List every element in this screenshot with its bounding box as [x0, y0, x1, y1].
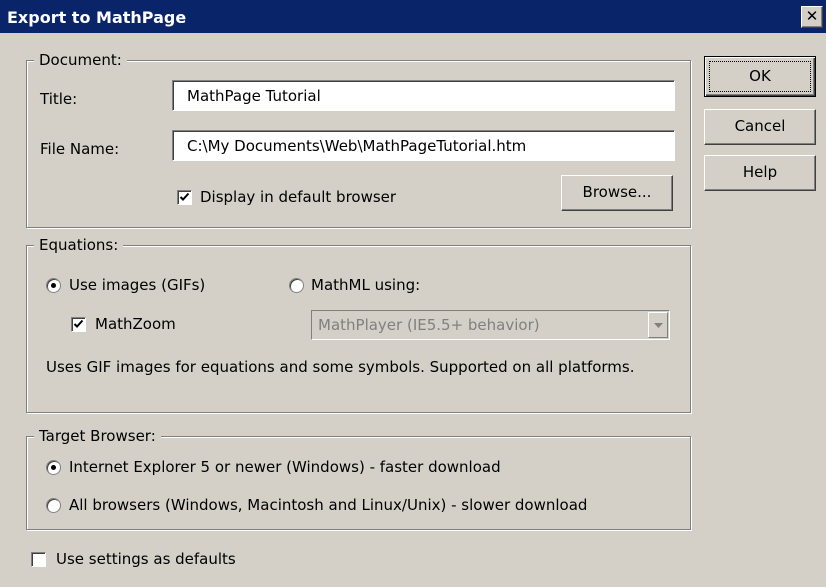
document-group-legend: Document:: [34, 51, 127, 69]
help-button[interactable]: Help: [704, 155, 816, 191]
mathml-renderer-select: MathPlayer (IE5.5+ behavior): [311, 310, 670, 340]
equations-description: Uses GIF images for equations and some s…: [46, 358, 635, 376]
close-icon: ✕: [805, 7, 819, 25]
all-browsers-label[interactable]: All browsers (Windows, Macintosh and Lin…: [69, 496, 587, 514]
display-in-browser-label[interactable]: Display in default browser: [200, 188, 396, 206]
target-browser-legend: Target Browser:: [34, 427, 161, 445]
mathml-renderer-value: MathPlayer (IE5.5+ behavior): [318, 316, 540, 334]
checkmark-icon: [179, 192, 190, 201]
target-browser-group: Target Browser: Internet Explorer 5 or n…: [26, 427, 691, 530]
radio-selected-dot: [51, 283, 56, 288]
ok-button[interactable]: OK: [704, 56, 816, 97]
title-input[interactable]: MathPage Tutorial: [172, 80, 675, 111]
close-button[interactable]: ✕: [801, 6, 823, 28]
document-group: Document: Title: MathPage Tutorial File …: [26, 51, 691, 228]
mathml-radio[interactable]: [289, 278, 304, 293]
dropdown-arrow: [648, 312, 668, 338]
file-name-input[interactable]: C:\My Documents\Web\MathPageTutorial.htm: [172, 130, 675, 161]
cancel-button[interactable]: Cancel: [704, 109, 816, 145]
use-defaults-checkbox[interactable]: [31, 552, 46, 567]
use-images-label[interactable]: Use images (GIFs): [69, 276, 205, 294]
browse-button[interactable]: Browse...: [561, 175, 673, 211]
file-name-label: File Name:: [40, 140, 120, 158]
radio-selected-dot: [51, 465, 56, 470]
focus-rect: [709, 61, 811, 92]
ie5-label[interactable]: Internet Explorer 5 or newer (Windows) -…: [69, 458, 501, 476]
title-label: Title:: [40, 90, 78, 108]
mathzoom-label[interactable]: MathZoom: [95, 315, 176, 333]
equations-group-legend: Equations:: [34, 236, 124, 254]
title-bar: Export to MathPage ✕: [0, 0, 826, 33]
chevron-down-icon: [654, 323, 663, 328]
ie5-radio[interactable]: [46, 460, 61, 475]
mathml-label[interactable]: MathML using:: [311, 276, 420, 294]
window-title: Export to MathPage: [7, 8, 187, 27]
checkmark-icon: [73, 319, 84, 328]
display-in-browser-checkbox[interactable]: [177, 190, 192, 205]
mathzoom-checkbox[interactable]: [71, 317, 86, 332]
use-images-radio[interactable]: [46, 278, 61, 293]
use-defaults-label[interactable]: Use settings as defaults: [56, 550, 236, 568]
all-browsers-radio[interactable]: [46, 498, 61, 513]
equations-group: Equations: Use images (GIFs) MathML usin…: [26, 236, 691, 413]
